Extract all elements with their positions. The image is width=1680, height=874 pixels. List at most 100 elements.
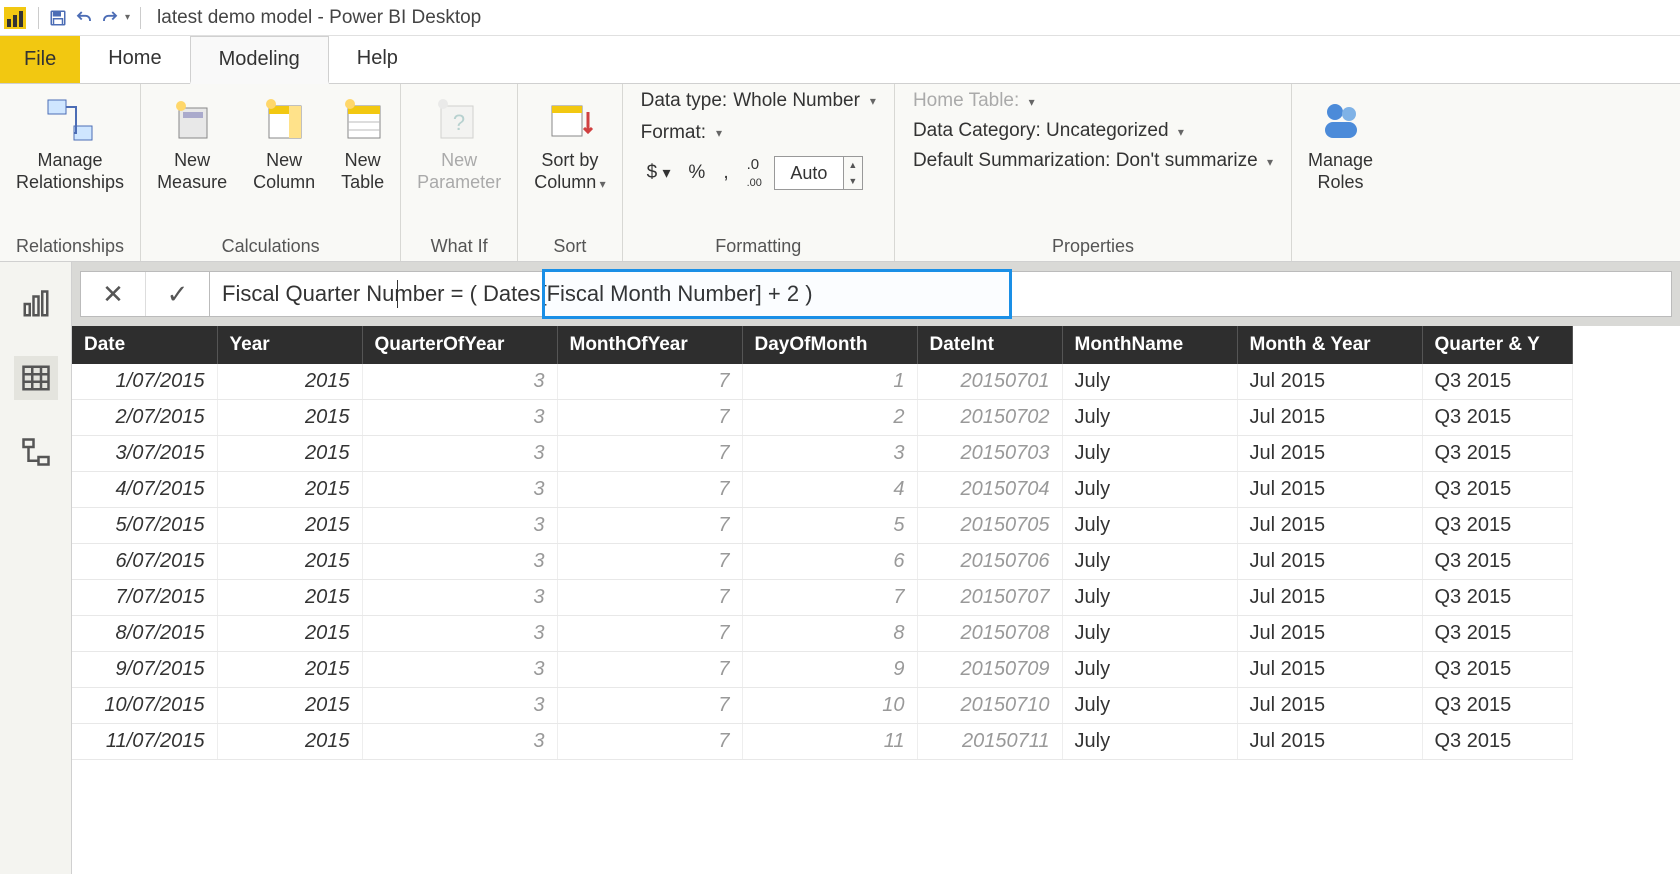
cell-date[interactable]: 2/07/2015 <box>72 400 217 436</box>
qat-customize[interactable]: ▾ <box>125 12 130 23</box>
table-row[interactable]: 4/07/2015201537420150704JulyJul 2015Q3 2… <box>72 472 1572 508</box>
tab-help[interactable]: Help <box>329 36 426 83</box>
cell-quarteryear[interactable]: Q3 2015 <box>1422 364 1572 400</box>
cell-monthname[interactable]: July <box>1062 580 1237 616</box>
cell-quarter[interactable]: 3 <box>362 364 557 400</box>
manage-roles-button[interactable]: Manage Roles <box>1302 90 1379 197</box>
cell-month[interactable]: 7 <box>557 400 742 436</box>
cell-dateint[interactable]: 20150711 <box>917 724 1062 760</box>
table-row[interactable]: 2/07/2015201537220150702JulyJul 2015Q3 2… <box>72 400 1572 436</box>
cell-month[interactable]: 7 <box>557 688 742 724</box>
comma-format-button[interactable]: , <box>717 160 734 186</box>
cell-monthname[interactable]: July <box>1062 688 1237 724</box>
cell-date[interactable]: 1/07/2015 <box>72 364 217 400</box>
save-button[interactable] <box>45 5 71 31</box>
cell-quarter[interactable]: 3 <box>362 616 557 652</box>
model-view-button[interactable] <box>14 430 58 474</box>
cell-monthname[interactable]: July <box>1062 400 1237 436</box>
cell-year[interactable]: 2015 <box>217 724 362 760</box>
cell-year[interactable]: 2015 <box>217 544 362 580</box>
col-header-quarteryear[interactable]: Quarter & Y <box>1422 326 1572 364</box>
default-summarization-selector[interactable]: Default Summarization: Don't summarize ▾ <box>913 150 1273 172</box>
table-row[interactable]: 11/07/20152015371120150711JulyJul 2015Q3… <box>72 724 1572 760</box>
cell-monthname[interactable]: July <box>1062 616 1237 652</box>
cell-monthname[interactable]: July <box>1062 436 1237 472</box>
new-table-button[interactable]: New Table <box>335 90 390 197</box>
cell-day[interactable]: 1 <box>742 364 917 400</box>
cell-quarter[interactable]: 3 <box>362 688 557 724</box>
cell-monthname[interactable]: July <box>1062 544 1237 580</box>
cell-quarteryear[interactable]: Q3 2015 <box>1422 472 1572 508</box>
cell-date[interactable]: 6/07/2015 <box>72 544 217 580</box>
redo-button[interactable] <box>97 5 123 31</box>
table-row[interactable]: 5/07/2015201537520150705JulyJul 2015Q3 2… <box>72 508 1572 544</box>
cell-quarteryear[interactable]: Q3 2015 <box>1422 580 1572 616</box>
manage-relationships-button[interactable]: Manage Relationships <box>10 90 130 197</box>
cell-monthyear[interactable]: Jul 2015 <box>1237 472 1422 508</box>
cell-date[interactable]: 3/07/2015 <box>72 436 217 472</box>
cell-monthname[interactable]: July <box>1062 724 1237 760</box>
cell-date[interactable]: 8/07/2015 <box>72 616 217 652</box>
cell-dateint[interactable]: 20150702 <box>917 400 1062 436</box>
data-type-selector[interactable]: Data type: Whole Number ▾ <box>641 90 876 112</box>
cell-month[interactable]: 7 <box>557 436 742 472</box>
cell-monthyear[interactable]: Jul 2015 <box>1237 724 1422 760</box>
decimal-format-button[interactable]: .0.00 <box>741 154 768 192</box>
col-header-monthyear[interactable]: Month & Year <box>1237 326 1422 364</box>
new-column-button[interactable]: New Column <box>247 90 321 197</box>
currency-format-button[interactable]: $ ▾ <box>641 160 677 186</box>
cell-monthyear[interactable]: Jul 2015 <box>1237 616 1422 652</box>
table-row[interactable]: 8/07/2015201537820150708JulyJul 2015Q3 2… <box>72 616 1572 652</box>
cell-day[interactable]: 9 <box>742 652 917 688</box>
cell-monthname[interactable]: July <box>1062 364 1237 400</box>
cell-month[interactable]: 7 <box>557 616 742 652</box>
tab-modeling[interactable]: Modeling <box>190 36 329 84</box>
cell-quarteryear[interactable]: Q3 2015 <box>1422 724 1572 760</box>
cell-month[interactable]: 7 <box>557 508 742 544</box>
cell-monthyear[interactable]: Jul 2015 <box>1237 400 1422 436</box>
cell-quarter[interactable]: 3 <box>362 472 557 508</box>
cell-day[interactable]: 8 <box>742 616 917 652</box>
cell-date[interactable]: 5/07/2015 <box>72 508 217 544</box>
cell-dateint[interactable]: 20150703 <box>917 436 1062 472</box>
table-row[interactable]: 10/07/20152015371020150710JulyJul 2015Q3… <box>72 688 1572 724</box>
col-header-year[interactable]: Year <box>217 326 362 364</box>
data-grid[interactable]: Date Year QuarterOfYear MonthOfYear DayO… <box>72 326 1680 874</box>
format-selector[interactable]: Format: ▾ <box>641 122 876 144</box>
table-row[interactable]: 1/07/2015201537120150701JulyJul 2015Q3 2… <box>72 364 1572 400</box>
cell-date[interactable]: 11/07/2015 <box>72 724 217 760</box>
data-view-button[interactable] <box>14 356 58 400</box>
cell-year[interactable]: 2015 <box>217 580 362 616</box>
cell-quarteryear[interactable]: Q3 2015 <box>1422 508 1572 544</box>
col-header-dateint[interactable]: DateInt <box>917 326 1062 364</box>
cell-monthyear[interactable]: Jul 2015 <box>1237 688 1422 724</box>
cell-date[interactable]: 4/07/2015 <box>72 472 217 508</box>
cell-date[interactable]: 10/07/2015 <box>72 688 217 724</box>
undo-button[interactable] <box>71 5 97 31</box>
table-row[interactable]: 3/07/2015201537320150703JulyJul 2015Q3 2… <box>72 436 1572 472</box>
cell-day[interactable]: 11 <box>742 724 917 760</box>
cell-year[interactable]: 2015 <box>217 688 362 724</box>
cell-month[interactable]: 7 <box>557 364 742 400</box>
cell-dateint[interactable]: 20150707 <box>917 580 1062 616</box>
col-header-monthofyear[interactable]: MonthOfYear <box>557 326 742 364</box>
cell-quarter[interactable]: 3 <box>362 652 557 688</box>
cell-year[interactable]: 2015 <box>217 616 362 652</box>
cell-day[interactable]: 2 <box>742 400 917 436</box>
cell-monthyear[interactable]: Jul 2015 <box>1237 364 1422 400</box>
cell-dateint[interactable]: 20150709 <box>917 652 1062 688</box>
table-row[interactable]: 7/07/2015201537720150707JulyJul 2015Q3 2… <box>72 580 1572 616</box>
cell-quarteryear[interactable]: Q3 2015 <box>1422 688 1572 724</box>
tab-file[interactable]: File <box>0 36 80 83</box>
new-measure-button[interactable]: New Measure <box>151 90 233 197</box>
cell-day[interactable]: 4 <box>742 472 917 508</box>
formula-input[interactable]: Fiscal Quarter Number = ( Dates[Fiscal M… <box>210 271 1672 317</box>
percent-format-button[interactable]: % <box>682 160 711 186</box>
cell-year[interactable]: 2015 <box>217 508 362 544</box>
cell-dateint[interactable]: 20150701 <box>917 364 1062 400</box>
col-header-dayofmonth[interactable]: DayOfMonth <box>742 326 917 364</box>
cell-month[interactable]: 7 <box>557 544 742 580</box>
cell-day[interactable]: 7 <box>742 580 917 616</box>
col-header-quarterofyear[interactable]: QuarterOfYear <box>362 326 557 364</box>
cell-quarter[interactable]: 3 <box>362 508 557 544</box>
